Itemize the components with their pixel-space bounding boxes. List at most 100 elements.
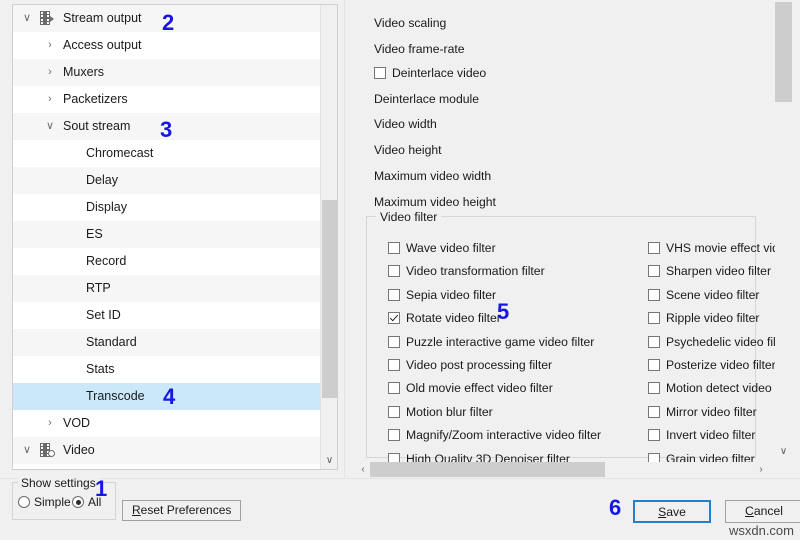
checkbox-indicator[interactable] [388, 265, 400, 277]
checkbox-label: Invert video filter [666, 428, 755, 442]
annotation-1: 1 [95, 478, 107, 500]
annotation-5: 5 [497, 301, 509, 323]
checkbox-indicator[interactable] [388, 406, 400, 418]
checkbox-vhs-movie-effect-vide[interactable]: VHS movie effect vide [648, 241, 786, 255]
tree-item-label: Standard [86, 329, 137, 356]
tree-item-stats[interactable]: Stats [13, 356, 321, 383]
checkbox-indicator[interactable] [388, 359, 400, 371]
radio-simple-indicator[interactable] [18, 496, 30, 508]
tree-item-label: Packetizers [63, 86, 128, 113]
option-label: Maximum video height [374, 195, 496, 209]
checkbox-indicator[interactable] [648, 265, 660, 277]
option-label: Deinterlace module [374, 92, 479, 106]
checkbox-magnify-zoom-interactive-video-filter[interactable]: Magnify/Zoom interactive video filter [388, 428, 601, 442]
checkbox-indicator[interactable] [388, 336, 400, 348]
reset-preferences-button[interactable]: Reset Preferences [122, 500, 241, 521]
radio-all-indicator[interactable] [72, 496, 84, 508]
annotation-3: 3 [160, 119, 172, 141]
tree-expander-icon[interactable]: ∨ [20, 5, 34, 32]
tree-expander-icon[interactable]: ∨ [20, 437, 34, 464]
checkbox-indicator[interactable] [648, 359, 660, 371]
content-vertical-scrollbar[interactable]: ∨ [775, 2, 792, 460]
checkbox-indicator[interactable] [648, 312, 660, 324]
checkbox-video-post-processing-filter[interactable]: Video post processing filter [388, 358, 552, 372]
checkbox-deinterlace-video[interactable]: Deinterlace video [374, 66, 486, 80]
tree-item-label: Video [63, 437, 95, 464]
option-deinterlace-module: Deinterlace module [374, 92, 479, 106]
reset-preferences-accel: R [132, 503, 141, 517]
cancel-button[interactable]: Cancel [725, 500, 800, 523]
checkbox-scene-video-filter[interactable]: Scene video filter [648, 288, 760, 302]
option-label: Deinterlace video [392, 66, 486, 80]
checkbox-motion-blur-filter[interactable]: Motion blur filter [388, 405, 493, 419]
checkbox-invert-video-filter[interactable]: Invert video filter [648, 428, 755, 442]
tree-item-vod[interactable]: ›VOD [13, 410, 321, 437]
checkbox-posterize-video-filter[interactable]: Posterize video filter [648, 358, 776, 372]
checkbox-indicator[interactable] [388, 429, 400, 441]
tree-item-muxers[interactable]: ›Muxers [13, 59, 321, 86]
content-scroll-left-icon[interactable]: ‹ [356, 462, 370, 477]
checkbox-label: Motion detect video fi [666, 381, 781, 395]
checkbox-indicator[interactable] [648, 429, 660, 441]
tree-item-access-output[interactable]: ›Access output [13, 32, 321, 59]
checkbox-indicator[interactable] [388, 312, 400, 324]
tree-item-set-id[interactable]: Set ID [13, 302, 321, 329]
tree-vertical-scrollbar[interactable]: ∨ [320, 5, 337, 469]
tree-item-chromecast[interactable]: Chromecast [13, 140, 321, 167]
tree-item-label: Display [86, 194, 127, 221]
option-video-frame-rate: Video frame-rate [374, 42, 465, 56]
content-vertical-scrollbar-thumb[interactable] [775, 2, 792, 102]
tree-expander-icon[interactable]: › [43, 410, 57, 437]
tree-item-es[interactable]: ES [13, 221, 321, 248]
checkbox-indicator[interactable] [374, 67, 386, 79]
stream-output-icon [39, 11, 55, 26]
tree-item-packetizers[interactable]: ›Packetizers [13, 86, 321, 113]
tree-item-display[interactable]: Display [13, 194, 321, 221]
checkbox-indicator[interactable] [648, 382, 660, 394]
checkbox-indicator[interactable] [648, 336, 660, 348]
checkbox-indicator[interactable] [648, 289, 660, 301]
tree-expander-icon[interactable]: › [43, 32, 57, 59]
checkbox-indicator[interactable] [388, 382, 400, 394]
radio-simple-label: Simple [34, 495, 71, 509]
tree-expander-icon[interactable]: › [43, 59, 57, 86]
tree-item-label: Muxers [63, 59, 104, 86]
checkbox-label: Sharpen video filter [666, 264, 771, 278]
content-horizontal-scrollbar[interactable]: ‹ › [356, 462, 768, 477]
tree-item-delay[interactable]: Delay [13, 167, 321, 194]
tree-expander-icon[interactable]: › [43, 86, 57, 113]
checkbox-indicator[interactable] [648, 242, 660, 254]
checkbox-video-transformation-filter[interactable]: Video transformation filter [388, 264, 545, 278]
checkbox-indicator[interactable] [648, 406, 660, 418]
checkbox-motion-detect-video-fi[interactable]: Motion detect video fi [648, 381, 781, 395]
save-button[interactable]: Save [633, 500, 711, 523]
content-scroll-down-icon[interactable]: ∨ [775, 443, 792, 460]
preferences-dialog: ∨Stream output›Access output›Muxers›Pack… [0, 0, 800, 540]
tree-item-rtp[interactable]: RTP [13, 275, 321, 302]
radio-simple[interactable]: Simple [18, 495, 71, 509]
checkbox-puzzle-interactive-game-video-filter[interactable]: Puzzle interactive game video filter [388, 335, 594, 349]
reset-preferences-label: eset Preferences [141, 503, 232, 517]
tree-item-video[interactable]: ∨ Video [13, 437, 321, 464]
content-horizontal-scrollbar-thumb[interactable] [370, 462, 605, 477]
tree-expander-icon[interactable]: ∨ [43, 113, 57, 140]
tree-item-label: Stats [86, 356, 115, 383]
checkbox-sharpen-video-filter[interactable]: Sharpen video filter [648, 264, 771, 278]
checkbox-mirror-video-filter[interactable]: Mirror video filter [648, 405, 757, 419]
tree-item-standard[interactable]: Standard [13, 329, 321, 356]
tree-item-record[interactable]: Record [13, 248, 321, 275]
content-scroll-right-icon[interactable]: › [754, 462, 768, 477]
checkbox-indicator[interactable] [388, 289, 400, 301]
checkbox-wave-video-filter[interactable]: Wave video filter [388, 241, 496, 255]
checkbox-psychedelic-video-filte[interactable]: Psychedelic video filte [648, 335, 786, 349]
tree-vertical-scrollbar-thumb[interactable] [322, 200, 337, 398]
checkbox-rotate-video-filter[interactable]: Rotate video filter [388, 311, 501, 325]
checkbox-label: Mirror video filter [666, 405, 757, 419]
checkbox-ripple-video-filter[interactable]: Ripple video filter [648, 311, 759, 325]
checkbox-sepia-video-filter[interactable]: Sepia video filter [388, 288, 496, 302]
checkbox-indicator[interactable] [388, 242, 400, 254]
checkbox-old-movie-effect-video-filter[interactable]: Old movie effect video filter [388, 381, 553, 395]
tree-item-label: Transcode [86, 383, 145, 410]
checkbox-label: Psychedelic video filte [666, 335, 786, 349]
tree-scroll-down-icon[interactable]: ∨ [321, 452, 338, 469]
